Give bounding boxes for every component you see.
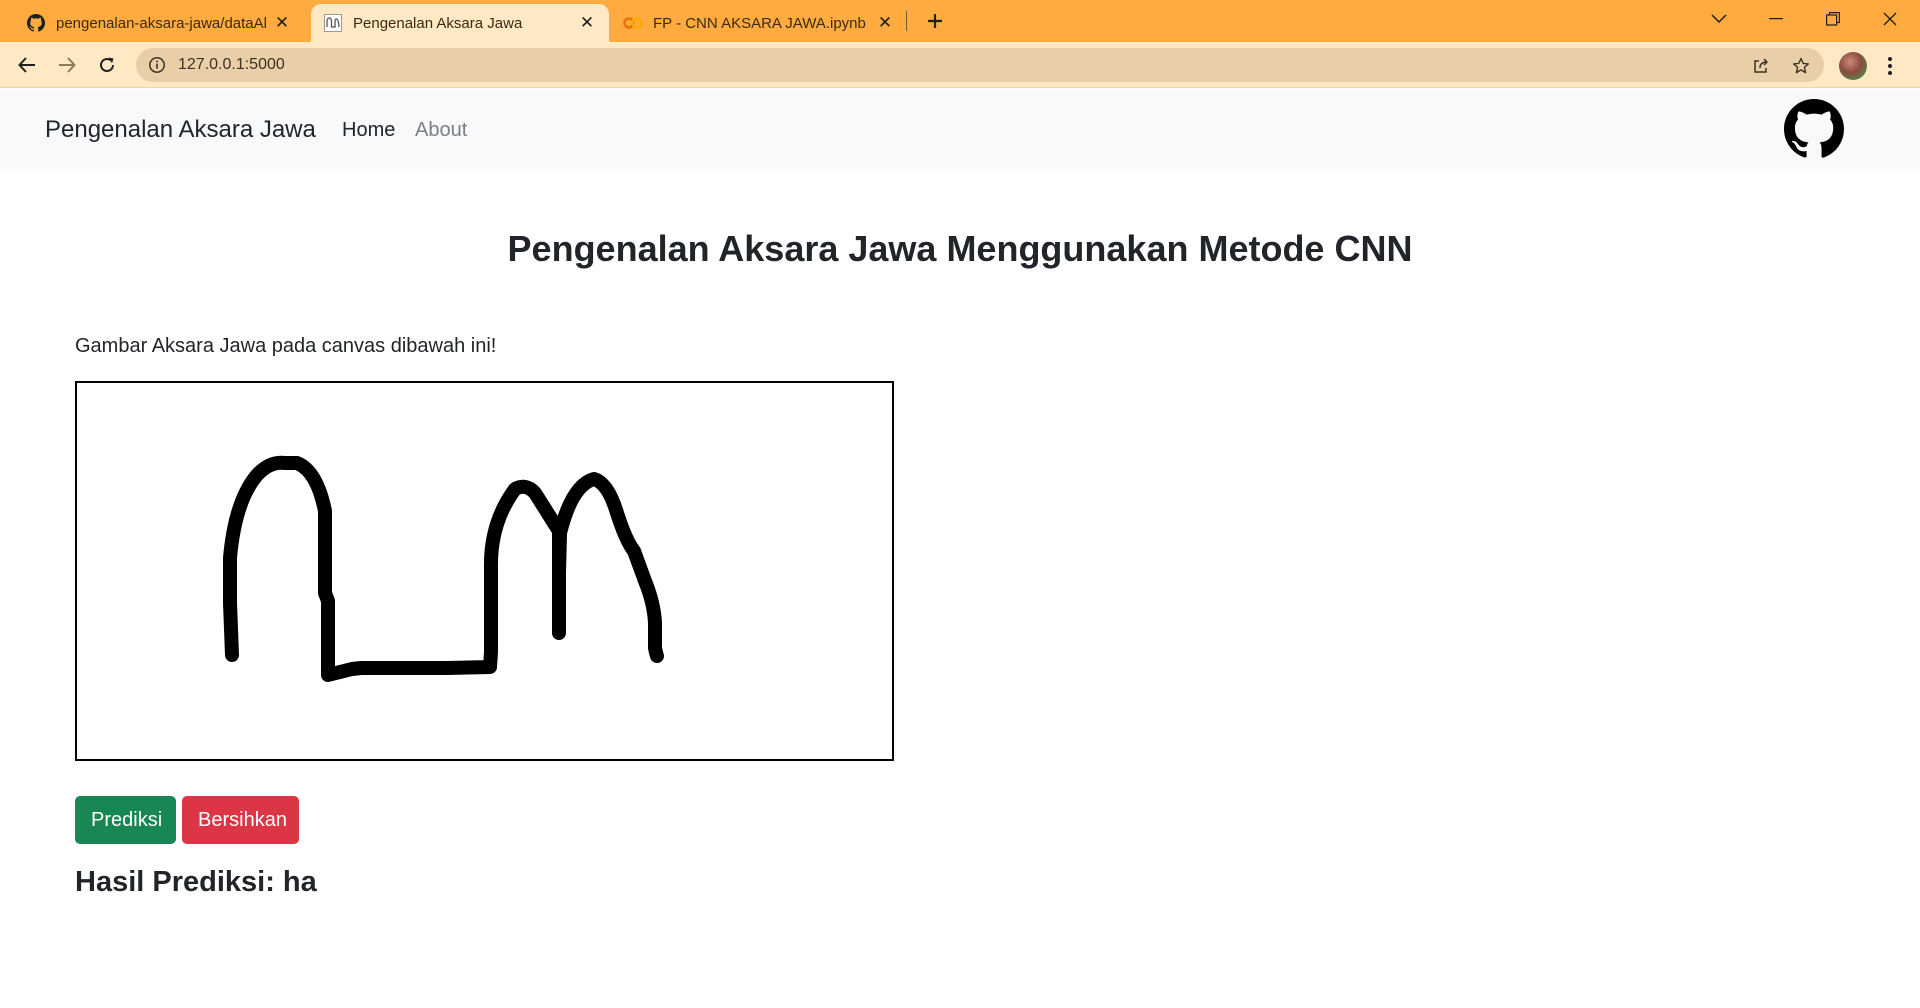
new-tab-plus-icon[interactable]: [922, 8, 948, 34]
drawing-canvas[interactable]: [75, 381, 894, 761]
predict-button[interactable]: Prediksi: [75, 796, 176, 844]
tab-title: Pengenalan Aksara Jawa: [353, 14, 523, 32]
site-navbar: Pengenalan Aksara Jawa Home About: [0, 89, 1920, 169]
hand-drawn-stroke: [223, 455, 664, 682]
bookmark-star-icon[interactable]: [1790, 55, 1812, 77]
restore-icon[interactable]: [1811, 4, 1855, 34]
page-title: Pengenalan Aksara Jawa Menggunakan Metod…: [507, 228, 1413, 269]
close-tab-icon[interactable]: ✕: [577, 13, 597, 33]
browser-menu-icon[interactable]: [1880, 54, 1900, 78]
github-icon: [26, 13, 46, 33]
back-arrow-icon[interactable]: [10, 49, 44, 81]
browser-toolbar: 127.0.0.1:5000: [0, 42, 1920, 88]
clear-button[interactable]: Bersihkan: [182, 796, 299, 844]
nav-link-about[interactable]: About: [415, 119, 467, 142]
reload-icon[interactable]: [90, 49, 124, 81]
tab-search-chevron-icon[interactable]: [1697, 4, 1741, 34]
share-icon[interactable]: [1750, 55, 1772, 77]
minimize-icon[interactable]: [1754, 4, 1798, 34]
canvas-instruction: Gambar Aksara Jawa pada canvas dibawah i…: [75, 335, 497, 357]
browser-tab-colab[interactable]: FP - CNN AKSARA JAWA.ipynb - C ✕: [611, 4, 907, 42]
url-text: 127.0.0.1:5000: [178, 56, 285, 73]
github-icon[interactable]: [1784, 99, 1845, 159]
tab-separator: [906, 11, 907, 31]
prediction-result: Hasil Prediksi: ha: [75, 866, 317, 898]
aksara-icon: [323, 13, 343, 33]
profile-avatar[interactable]: [1839, 52, 1867, 80]
close-tab-icon[interactable]: ✕: [272, 13, 292, 33]
browser-tab-github[interactable]: pengenalan-aksara-jawa/dataAks ✕: [14, 4, 304, 42]
browser-tab-active[interactable]: Pengenalan Aksara Jawa ✕: [311, 4, 609, 42]
colab-icon: [623, 13, 643, 33]
close-window-icon[interactable]: [1868, 4, 1912, 34]
site-info-icon[interactable]: [148, 56, 166, 74]
address-bar[interactable]: 127.0.0.1:5000: [136, 48, 1824, 82]
close-tab-icon[interactable]: ✕: [875, 13, 895, 33]
nav-link-home[interactable]: Home: [342, 119, 395, 142]
navbar-brand[interactable]: Pengenalan Aksara Jawa: [45, 116, 316, 144]
tab-title: pengenalan-aksara-jawa/dataAks: [56, 14, 266, 32]
browser-tab-strip: pengenalan-aksara-jawa/dataAks ✕ Pengena…: [0, 0, 1920, 42]
forward-arrow-icon[interactable]: [50, 49, 84, 81]
tab-title: FP - CNN AKSARA JAWA.ipynb - C: [653, 14, 869, 32]
